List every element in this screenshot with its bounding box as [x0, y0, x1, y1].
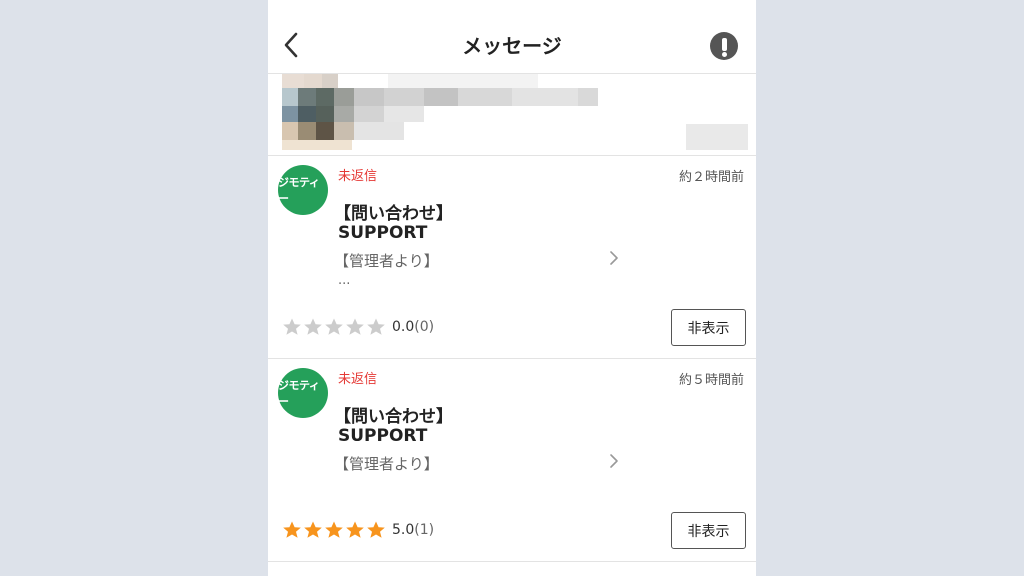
message-subject: 【問い合わせ】 [334, 407, 453, 427]
rating-stars [282, 520, 386, 540]
star-empty-icon [346, 318, 364, 335]
jmty-logo-avatar: ジモティー [278, 165, 328, 215]
app-header: メッセージ [268, 0, 756, 74]
jmty-logo-avatar: ジモティー [278, 368, 328, 418]
sender-name: SUPPORT [338, 223, 428, 243]
pixelated-listing-preview[interactable] [268, 74, 756, 156]
star-empty-icon [325, 318, 343, 335]
star-empty-icon [367, 318, 385, 335]
star-filled-icon [346, 521, 364, 538]
rating-count: (1) [414, 522, 435, 538]
message-item[interactable]: ジモティー 未返信 約２時間前 【問い合わせ】 SUPPORT 【管理者より】 … [268, 156, 756, 359]
rating-stars [282, 317, 386, 337]
chevron-right-icon [610, 454, 618, 468]
report-button[interactable] [710, 32, 738, 60]
unreplied-badge: 未返信 [338, 372, 378, 387]
message-preview: 【管理者より】 [334, 455, 439, 473]
rating-score: 0.0(0) [392, 319, 434, 335]
logo-text: ジモティー [278, 379, 320, 408]
logo-text: ジモティー [278, 176, 320, 205]
timestamp: 約２時間前 [678, 170, 744, 185]
star-empty-icon [304, 318, 322, 335]
star-filled-icon [283, 521, 301, 538]
chevron-right-icon [610, 251, 618, 265]
rating-score: 5.0(1) [392, 522, 434, 538]
sender-name: SUPPORT [338, 426, 428, 446]
rating-count: (0) [414, 319, 435, 335]
rating-value: 0.0 [392, 319, 415, 335]
star-empty-icon [283, 318, 301, 335]
star-filled-icon [367, 521, 385, 538]
timestamp: 約５時間前 [678, 373, 744, 388]
message-preview: 【管理者より】 [334, 252, 439, 270]
hide-button[interactable]: 非表示 [671, 512, 746, 549]
phone-screen: メッセージ ジモティー 未返信 約２時間前 【問い合わせ】 SUPPORT 【管… [268, 0, 756, 576]
message-item[interactable]: ジモティー 未返信 約５時間前 【問い合わせ】 SUPPORT 【管理者より】 … [268, 359, 756, 562]
message-ellipsis: ... [338, 273, 351, 288]
unreplied-badge: 未返信 [338, 169, 378, 184]
message-subject: 【問い合わせ】 [334, 204, 453, 224]
star-filled-icon [325, 521, 343, 538]
rating-value: 5.0 [392, 522, 415, 538]
star-filled-icon [304, 521, 322, 538]
page-title: メッセージ [462, 34, 562, 58]
hide-button[interactable]: 非表示 [671, 309, 746, 346]
